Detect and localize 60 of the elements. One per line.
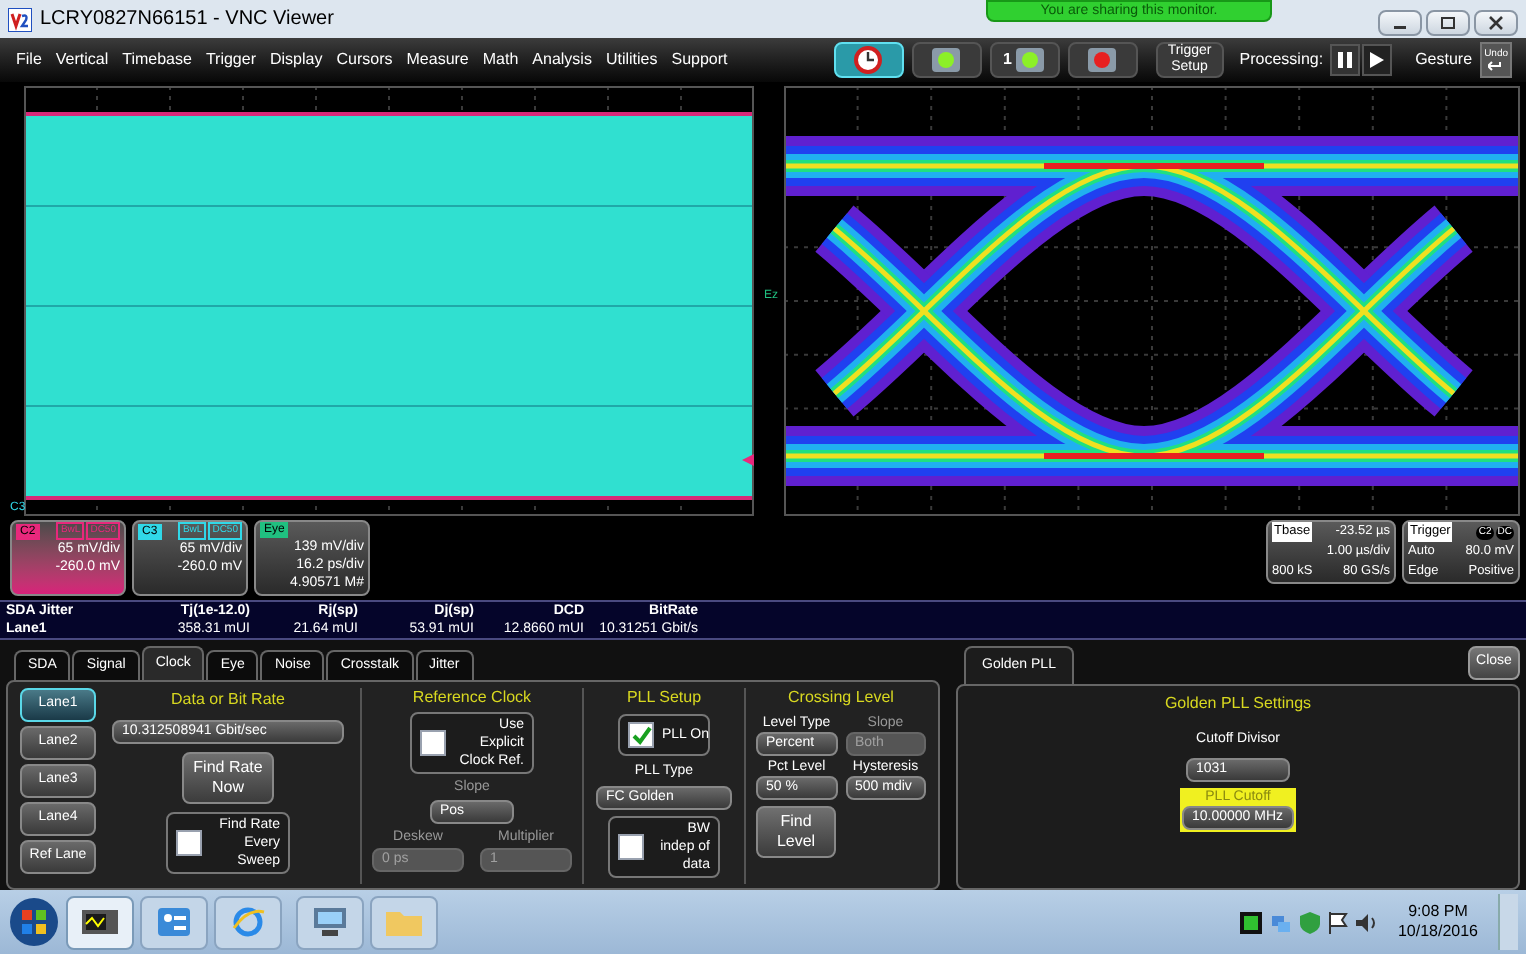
section-title: Data or Bit Rate: [171, 688, 285, 712]
close-icon: [1488, 16, 1504, 30]
section-title: PLL Setup: [626, 688, 702, 708]
shield-icon: [1299, 911, 1320, 933]
checkbox[interactable]: [176, 830, 202, 856]
offset-marker-icon: [742, 454, 754, 466]
menu-item[interactable]: Timebase: [122, 48, 192, 72]
indicator-icon: [1014, 46, 1046, 74]
maximize-button[interactable]: [1426, 10, 1470, 36]
menu-item[interactable]: Utilities: [605, 48, 658, 72]
minimize-button[interactable]: [1378, 10, 1422, 36]
volume-icon: [1355, 911, 1378, 933]
menu-item[interactable]: File: [16, 48, 42, 72]
menu-item[interactable]: Measure: [406, 48, 469, 72]
menu-item[interactable]: Analysis: [532, 48, 592, 72]
clock-time: 9:08 PM: [1408, 902, 1468, 922]
menu-item[interactable]: Support: [671, 48, 728, 72]
folder-icon: [384, 906, 424, 938]
toolbar-button[interactable]: 1: [989, 42, 1060, 78]
pause-button[interactable]: [1329, 44, 1360, 76]
play-button[interactable]: [1361, 44, 1392, 76]
check-icon: [631, 725, 651, 745]
menu-item[interactable]: Cursors: [336, 48, 393, 72]
play-icon: [1369, 52, 1384, 68]
app-logo-icon: [8, 7, 32, 31]
checkbox[interactable]: [420, 730, 446, 756]
menu-item[interactable]: Vertical: [55, 48, 109, 72]
window-title: LCRY0827N66151 - VNC Viewer: [40, 6, 334, 34]
maximize-icon: [1440, 16, 1456, 30]
taskbar-app[interactable]: [66, 895, 134, 949]
indicator-icon: [930, 46, 963, 74]
alarm-clock-icon: [852, 44, 885, 76]
flag-icon: [1327, 911, 1348, 933]
start-button[interactable]: [8, 896, 60, 948]
gesture-label: Gesture: [1415, 48, 1473, 72]
control-panel-icon: [156, 906, 192, 938]
section-title: Reference Clock: [412, 688, 532, 708]
clock-date: 10/18/2016: [1397, 922, 1478, 942]
toolbar-button[interactable]: [911, 42, 982, 78]
taskbar-app[interactable]: [296, 895, 364, 949]
network-icon: [1269, 911, 1292, 933]
close-button[interactable]: [1474, 10, 1518, 36]
browser-icon: [230, 904, 266, 940]
checkbox[interactable]: [628, 722, 654, 748]
oscilloscope-icon: [80, 908, 120, 936]
menu-item[interactable]: Display: [270, 48, 323, 72]
computer-icon: [310, 906, 350, 938]
app-tray-icon: [1239, 911, 1262, 933]
menu-item[interactable]: Math: [482, 48, 519, 72]
action-button[interactable]: Find Rate Now: [182, 752, 274, 804]
menu-item[interactable]: Trigger: [205, 48, 256, 72]
section-title: Crossing Level: [788, 688, 894, 708]
undo-icon: [1488, 60, 1505, 72]
checkbox[interactable]: [618, 834, 644, 860]
processing-label: Processing:: [1239, 48, 1324, 72]
action-button[interactable]: Find Level: [756, 806, 836, 858]
pause-icon: [1337, 52, 1352, 68]
indicator-icon: [1086, 46, 1119, 74]
section-title: Golden PLL Settings: [1164, 692, 1312, 716]
badge-number: 1: [1003, 48, 1012, 72]
